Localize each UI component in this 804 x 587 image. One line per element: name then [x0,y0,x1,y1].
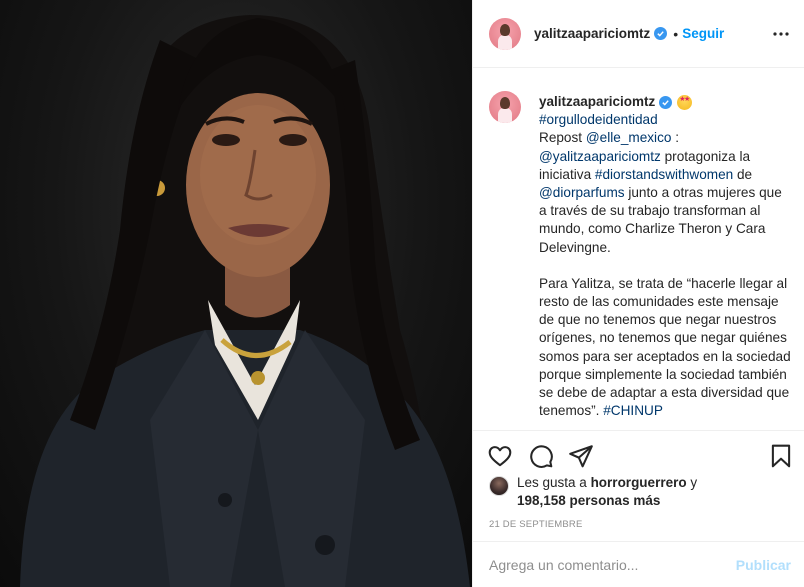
likes-connector: y [686,475,698,490]
comment-bar: Publicar [473,541,804,587]
star-struck-emoji-icon [677,94,693,110]
follow-button[interactable]: Seguir [682,26,724,41]
post-sidebar: yalitzaapariciomtz • Seguir yalitzaapari… [472,0,804,587]
author-avatar[interactable] [489,17,521,50]
hashtag-link[interactable]: #orgullodeidentidad [539,112,658,127]
bookmark-icon[interactable] [768,443,794,469]
share-icon[interactable] [568,443,594,469]
caption-text: Repost [539,130,586,146]
more-horizontal-icon[interactable] [771,24,791,44]
verified-badge-icon [654,27,668,40]
post-date[interactable]: 21 DE SEPTIEMBRE [489,519,582,530]
likes-prefix: Les gusta a [517,475,591,490]
caption-text: de [733,166,753,182]
post-photo[interactable] [0,0,472,587]
heart-icon[interactable] [487,443,513,469]
comment-icon[interactable] [528,443,554,469]
mention-link[interactable]: @yalitzaapariciomtz [539,149,661,164]
caption-author-avatar[interactable] [489,91,521,123]
author-username[interactable]: yalitzaapariciomtz [534,26,650,41]
hashtag-link[interactable]: #diorstandswithwomen [595,167,733,182]
caption-username[interactable]: yalitzaapariciomtz [539,93,655,111]
verified-badge-icon [659,95,673,109]
post-header: yalitzaapariciomtz • Seguir [473,0,804,68]
publish-button[interactable]: Publicar [736,557,791,573]
comment-input[interactable] [489,556,729,573]
action-bar [473,430,804,480]
caption-area[interactable]: yalitzaapariciomtz #orgullodeidentidad R… [473,69,804,429]
portrait-illustration [20,15,470,587]
liker-avatar[interactable] [489,476,509,496]
caption-text: : [671,130,680,146]
mention-link[interactable]: @diorparfums [539,185,625,200]
liker-username[interactable]: horrorguerrero [591,475,687,490]
post-caption: yalitzaapariciomtz #orgullodeidentidad R… [539,93,791,420]
header-separator: • [673,25,679,42]
mention-link[interactable]: @elle_mexico [586,130,672,145]
hashtag-link[interactable]: #CHINUP [603,403,663,418]
likes-summary: Les gusta a horrorguerrero y 198,158 per… [489,474,794,510]
likes-count[interactable]: 198,158 personas más [517,493,660,508]
caption-paragraph: Para Yalitza, se trata de “hacerle llega… [539,275,791,419]
